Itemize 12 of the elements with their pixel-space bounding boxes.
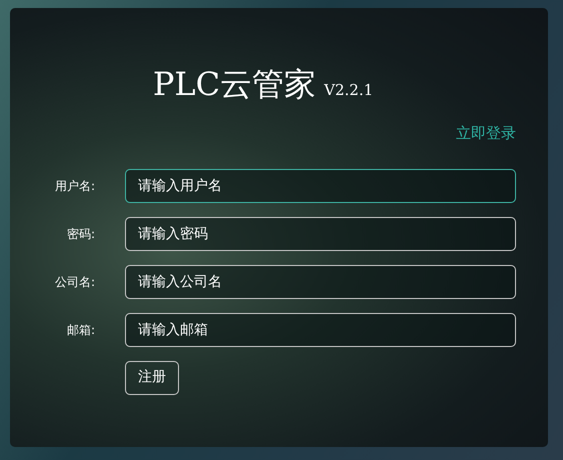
register-button[interactable]: 注册 bbox=[125, 360, 179, 394]
field-label: 公司名: bbox=[54, 274, 96, 290]
input-field[interactable]: 请输入用户名 bbox=[125, 168, 516, 202]
field-label: 邮箱: bbox=[66, 322, 96, 338]
field-label: 密码: bbox=[66, 226, 96, 242]
login-link[interactable]: 立即登录 bbox=[456, 122, 516, 144]
version-label: V2.2.1 bbox=[324, 80, 374, 101]
input-field[interactable]: 请输入邮箱 bbox=[125, 312, 516, 346]
input-field[interactable]: 请输入密码 bbox=[125, 216, 516, 250]
input-field[interactable]: 请输入公司名 bbox=[125, 264, 516, 298]
field-label: 用户名: bbox=[54, 178, 96, 194]
app-title: PLC云管家 bbox=[152, 64, 316, 105]
